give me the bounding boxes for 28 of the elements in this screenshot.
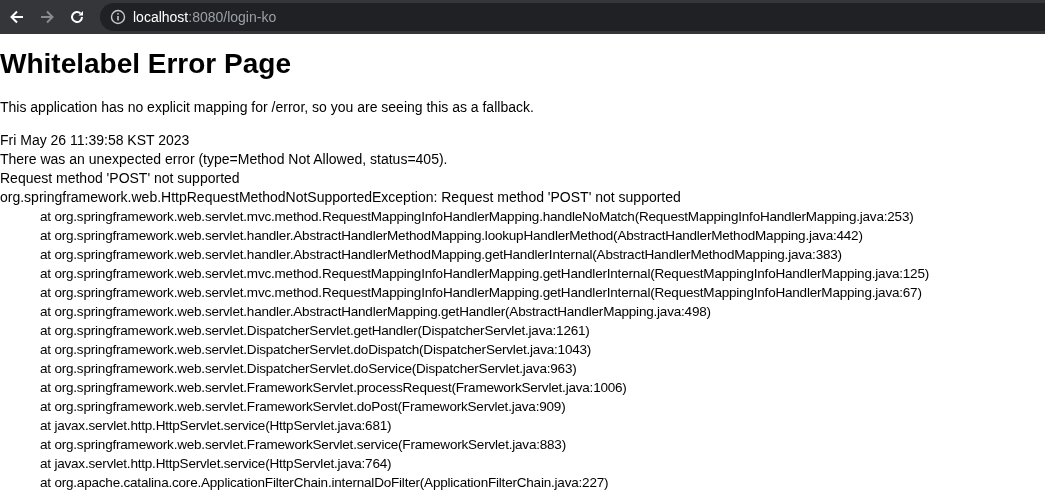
stack-frame-text: at org.springframework.web.servlet.DispatcherServlet.doDispatch(DispatcherServlet.java:1043) (40, 342, 592, 357)
stack-frame-text: at org.springframework.web.servlet.handler.AbstractHandlerMethodMapping.getHandlerInternal(AbstractHandlerMethodMapping.java:383) (40, 247, 842, 262)
forward-icon[interactable] (38, 8, 56, 26)
stack-frame-text: at org.springframework.web.servlet.FrameworkServlet.doPost(FrameworkServlet.java:909) (40, 399, 566, 414)
stack-frame-text: at org.springframework.web.servlet.mvc.method.RequestMappingInfoHandlerMapping.getHandlerInternal(RequestMappingInfoHandlerMapping.java:67) (40, 285, 922, 300)
stack-frame-text: at org.springframework.web.servlet.DispatcherServlet.doService(DispatcherServlet.java:963) (40, 361, 577, 376)
info-icon[interactable] (110, 9, 126, 25)
stack-frame-text: at org.springframework.web.servlet.FrameworkServlet.service(FrameworkServlet.java:883) (40, 437, 566, 452)
url-host: localhost (133, 8, 189, 25)
error-text: There was an unexpected error (type=Method Not Allowed, status=405). (0, 151, 448, 167)
message-text: Request method 'POST' not supported (0, 170, 240, 186)
stack-frame-text: at javax.servlet.http.HttpServlet.service(HttpServlet.java:681) (40, 418, 392, 433)
timestamp-text: Fri May 26 11:39:58 KST 2023 (0, 132, 190, 148)
stack-frame-text: at org.springframework.web.servlet.mvc.method.RequestMappingInfoHandlerMapping.handleNoMatch(RequestMappingInfoHandlerMapping.java:253) (40, 209, 914, 224)
stack-frame-text: at javax.servlet.http.HttpServlet.service(HttpServlet.java:764) (40, 456, 392, 471)
url-path: :8080/login-ko (188, 8, 277, 25)
description-text: This application has no explicit mapping for /error, so you are seeing this as a fallback. (0, 98, 535, 117)
address-bar[interactable]: localhost:8080/login-ko (100, 3, 1045, 31)
stack-frame-text: at org.springframework.web.servlet.FrameworkServlet.processRequest(FrameworkServlet.java:1006) (40, 380, 627, 395)
stack-frame-text: at org.springframework.web.servlet.mvc.method.RequestMappingInfoHandlerMapping.getHandlerInternal(RequestMappingInfoHandlerMapping.java:125) (40, 266, 929, 281)
exception-text: org.springframework.web.HttpRequestMethodNotSupportedException: Request method 'POST' not supported (0, 189, 681, 205)
stack-frame-text: at org.springframework.web.servlet.DispatcherServlet.getHandler(DispatcherServlet.java:1261) (40, 323, 590, 338)
reload-icon[interactable] (68, 8, 86, 26)
page-heading: Whitelabel Error Page (0, 47, 292, 81)
back-icon[interactable] (8, 8, 26, 26)
stack-frame-text: at org.springframework.web.servlet.handler.AbstractHandlerMapping.getHandler(AbstractHandlerMapping.java:498) (40, 304, 711, 319)
stack-frame-text: at org.springframework.web.servlet.handler.AbstractHandlerMethodMapping.lookupHandlerMethod(AbstractHandlerMethodMapping.java:442) (40, 228, 863, 243)
stack-frame-text: at org.apache.catalina.core.ApplicationFilterChain.internalDoFilter(ApplicationFilterChain.java:227) (40, 475, 609, 490)
